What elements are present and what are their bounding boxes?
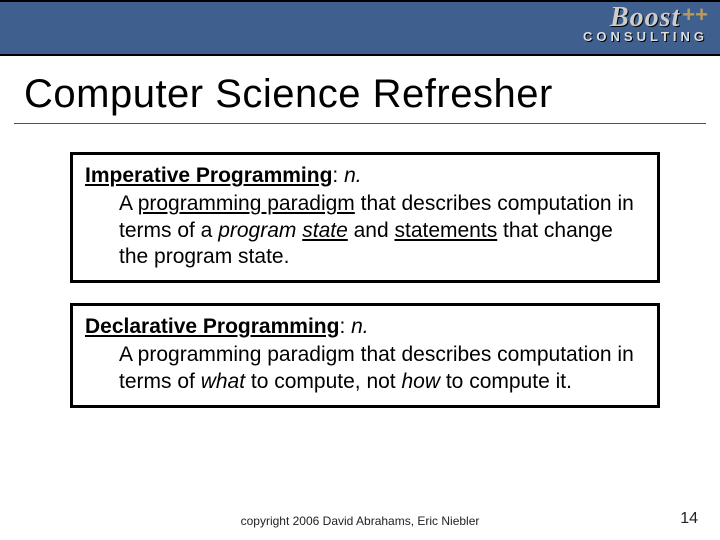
page-number: 14 xyxy=(680,510,698,528)
definition-body: A programming paradigm that describes co… xyxy=(119,342,645,395)
definition-term: Imperative Programming xyxy=(85,164,332,187)
logo-sub-text: CONSULTING xyxy=(583,30,708,43)
slide-title: Computer Science Refresher xyxy=(24,72,696,117)
definition-pos: n. xyxy=(344,164,362,187)
definition-body: A programming paradigm that describes co… xyxy=(119,191,645,270)
definition-box-declarative: Declarative Programming: n. A programmin… xyxy=(70,303,660,408)
title-underline xyxy=(14,123,706,124)
copyright-footer: copyright 2006 David Abrahams, Eric Nieb… xyxy=(0,514,720,528)
logo-line1: Boost++ xyxy=(583,4,708,32)
logo: Boost++ CONSULTING xyxy=(583,4,708,43)
slide: Boost++ CONSULTING Computer Science Refr… xyxy=(0,0,720,540)
logo-plus-text: ++ xyxy=(682,2,708,27)
definition-term: Declarative Programming xyxy=(85,315,339,338)
definition-pos: n. xyxy=(351,315,369,338)
header-bar: Boost++ CONSULTING xyxy=(0,0,720,56)
definition-box-imperative: Imperative Programming: n. A programming… xyxy=(70,152,660,283)
